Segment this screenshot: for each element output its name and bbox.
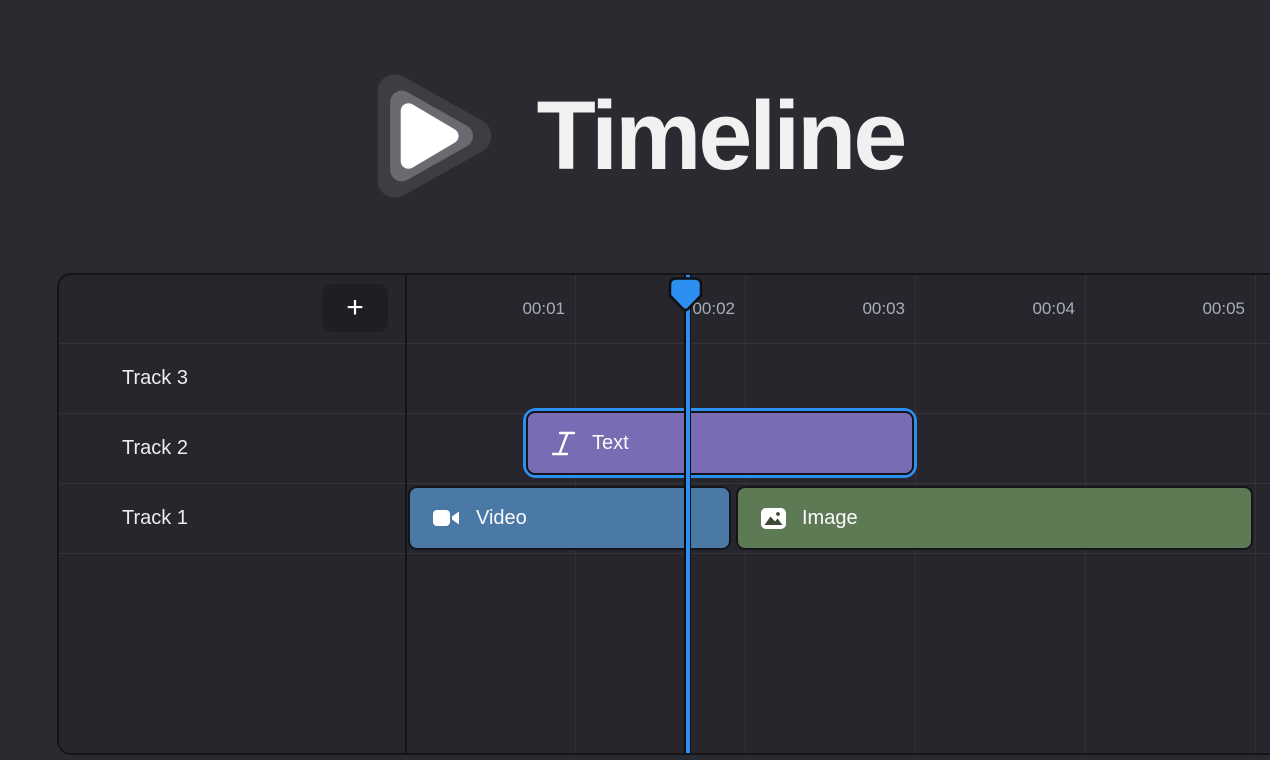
text-italic-icon — [550, 430, 577, 457]
app-header: Timeline — [0, 66, 1270, 206]
clip-label: Text — [592, 432, 629, 455]
track-header-track-1[interactable]: Track 1 — [59, 483, 405, 553]
track-label: Track 1 — [122, 507, 188, 530]
ruler-tick-label: 00:01 — [522, 275, 565, 343]
row-divider — [59, 553, 1270, 554]
add-track-button[interactable]: + — [322, 284, 388, 332]
play-logo-icon — [366, 66, 501, 206]
playhead-handle-icon[interactable] — [665, 276, 706, 313]
timeline-panel: + Track 3 Track 2 Track 1 00:01 00:02 00… — [57, 273, 1270, 755]
track-header-track-3[interactable]: Track 3 — [59, 343, 405, 413]
ruler-tick-label: 00:05 — [1202, 275, 1245, 343]
playhead-line[interactable] — [684, 275, 691, 753]
clip-label: Video — [476, 507, 527, 530]
clip-text[interactable]: Text — [526, 411, 914, 475]
gridline-5s — [1255, 275, 1256, 753]
image-photo-icon — [760, 507, 787, 530]
clip-text-selection[interactable]: Text — [523, 408, 917, 478]
clip-image[interactable]: Image — [736, 486, 1253, 550]
video-camera-icon — [432, 507, 461, 529]
page-title: Timeline — [537, 80, 905, 192]
sidebar-timeline-divider — [405, 275, 407, 753]
track-header-track-2[interactable]: Track 2 — [59, 413, 405, 483]
track-label: Track 2 — [122, 437, 188, 460]
clip-video[interactable]: Video — [408, 486, 731, 550]
clip-label: Image — [802, 507, 858, 530]
ruler-tick-label: 00:03 — [862, 275, 905, 343]
ruler-tick-label: 00:04 — [1032, 275, 1075, 343]
track-label: Track 3 — [122, 367, 188, 390]
